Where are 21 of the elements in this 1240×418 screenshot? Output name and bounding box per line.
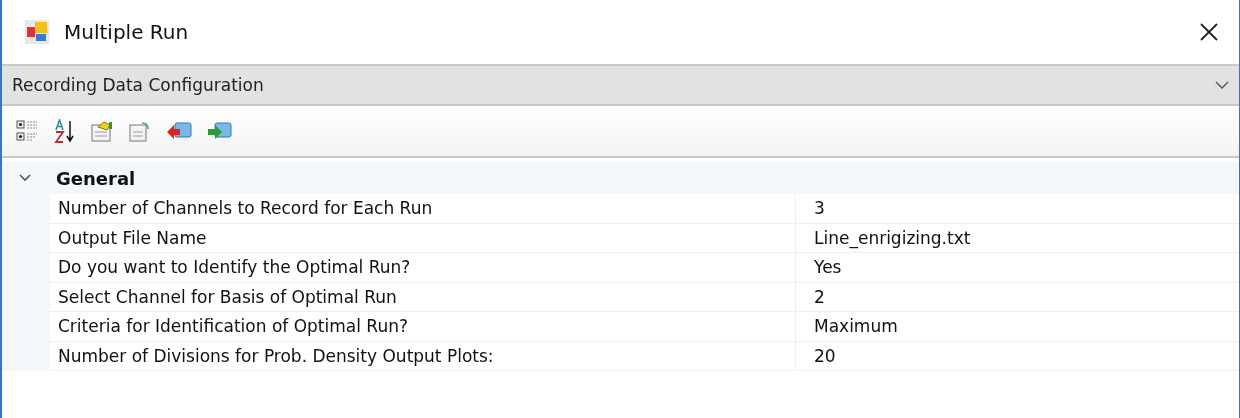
property-value[interactable]: Maximum xyxy=(796,312,1239,342)
document-icon[interactable] xyxy=(128,119,152,143)
property-value[interactable]: 3 xyxy=(796,194,1239,224)
property-value[interactable]: 20 xyxy=(796,341,1239,371)
window-title: Multiple Run xyxy=(64,20,189,44)
property-page-icon[interactable] xyxy=(90,119,114,143)
property-name[interactable]: Do you want to Identify the Optimal Run? xyxy=(50,253,796,283)
categorized-icon[interactable] xyxy=(16,119,40,143)
property-name[interactable]: Select Channel for Basis of Optimal Run xyxy=(50,282,796,312)
app-icon xyxy=(24,19,50,45)
property-value[interactable]: 2 xyxy=(796,282,1239,312)
object-selector-dropdown[interactable]: Recording Data Configuration xyxy=(2,64,1239,106)
chevron-down-icon xyxy=(1215,81,1229,89)
property-name[interactable]: Criteria for Identification of Optimal Run? xyxy=(50,312,796,342)
property-value[interactable]: Line_enrigizing.txt xyxy=(796,223,1239,253)
property-name[interactable]: Output File Name xyxy=(50,223,796,253)
sort-az-icon[interactable] xyxy=(54,119,76,143)
property-value[interactable]: Yes xyxy=(796,253,1239,283)
property-name[interactable]: Number of Divisions for Prob. Density Output Plots: xyxy=(50,341,796,371)
property-name[interactable]: Number of Channels to Record for Each Run xyxy=(50,194,796,224)
category-label: General xyxy=(56,167,136,189)
